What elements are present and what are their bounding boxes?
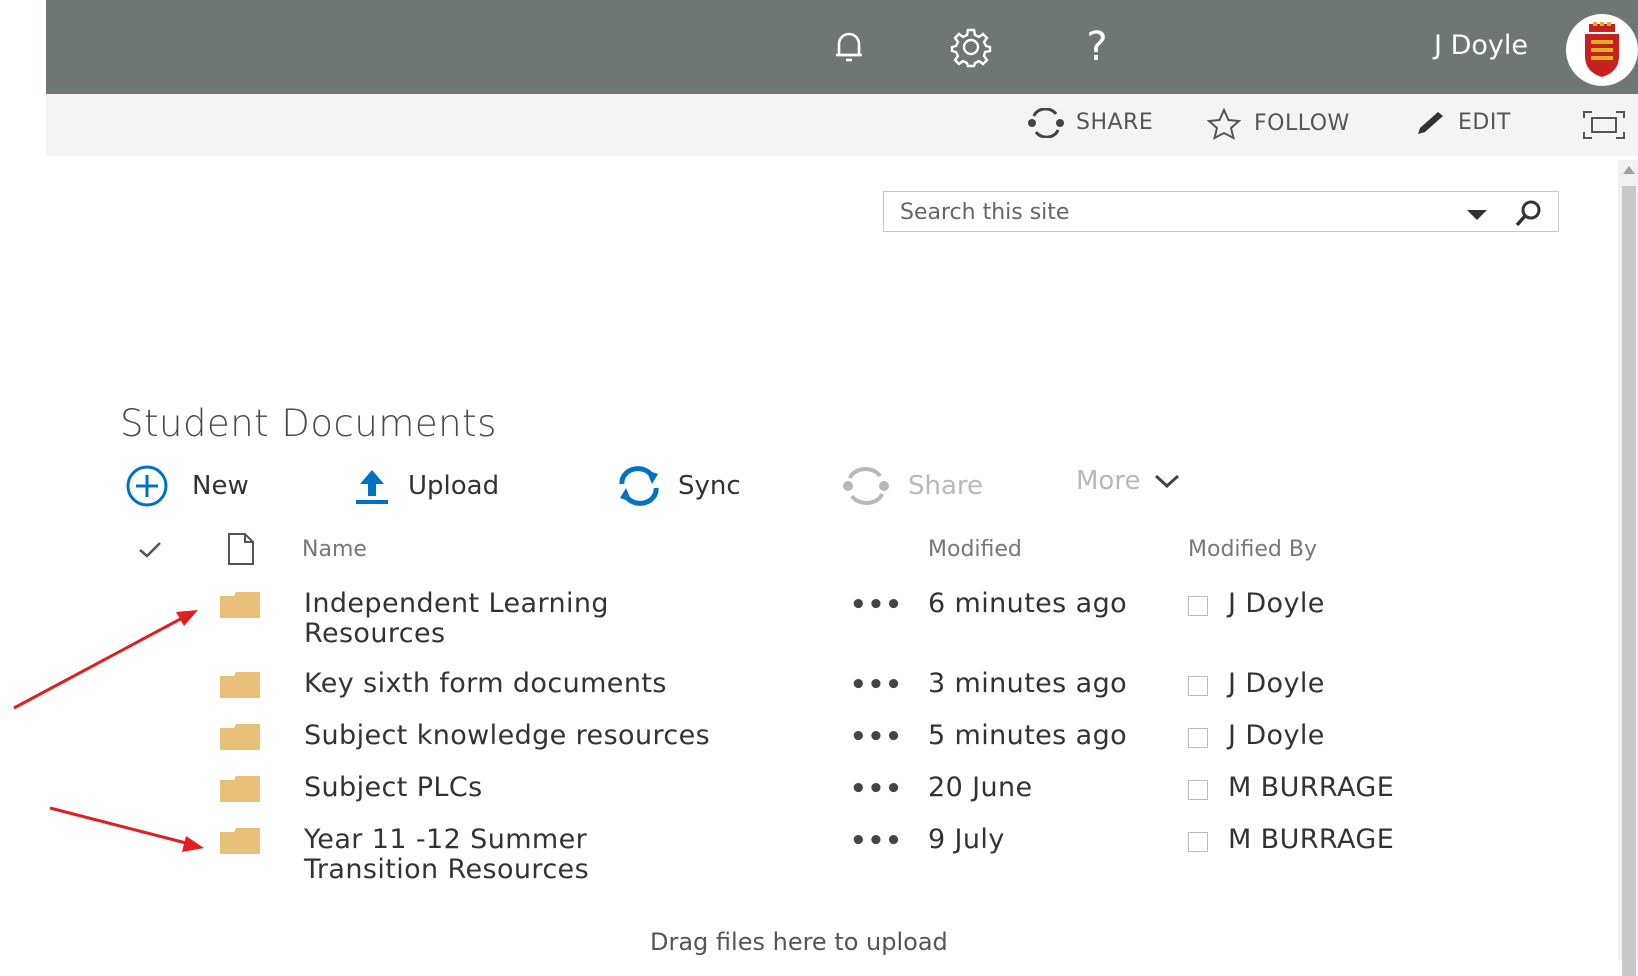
- column-header-name[interactable]: Name: [302, 537, 367, 562]
- edit-label: EDIT: [1458, 110, 1511, 135]
- item-name-link[interactable]: Transition Resources: [304, 854, 589, 885]
- item-name-link[interactable]: Key sixth form documents: [304, 668, 667, 699]
- ellipsis-menu-button[interactable]: •••: [850, 774, 903, 804]
- more-button[interactable]: More: [1076, 466, 1184, 496]
- share-icon: [843, 467, 889, 505]
- search-input[interactable]: [884, 192, 1462, 233]
- presence-indicator: [1188, 780, 1208, 800]
- more-label: More: [1076, 466, 1141, 496]
- modified-date: 5 minutes ago: [928, 720, 1128, 751]
- share-page-label: SHARE: [1076, 110, 1154, 135]
- ellipsis-menu-button[interactable]: •••: [850, 670, 903, 700]
- presence-indicator: [1188, 676, 1208, 696]
- modified-by-link[interactable]: J Doyle: [1228, 720, 1325, 751]
- item-name-link[interactable]: Resources: [304, 618, 446, 649]
- annotation-arrow-2: [49, 806, 204, 852]
- star-icon: [1206, 108, 1242, 140]
- search-icon[interactable]: [1514, 198, 1544, 232]
- user-name[interactable]: J Doyle: [1434, 30, 1528, 61]
- modified-by-link[interactable]: M BURRAGE: [1228, 824, 1394, 855]
- annotation-arrows: [13, 610, 204, 852]
- bell-icon[interactable]: [822, 20, 876, 74]
- ellipsis-menu-button[interactable]: •••: [850, 722, 903, 752]
- search-scope-dropdown-icon[interactable]: [1466, 206, 1488, 225]
- upload-label: Upload: [408, 471, 500, 501]
- sync-button[interactable]: Sync: [616, 466, 741, 506]
- vertical-scrollbar[interactable]: [1618, 160, 1638, 976]
- column-header-modified[interactable]: Modified: [928, 537, 1022, 562]
- modified-date: 6 minutes ago: [928, 588, 1128, 619]
- item-name-link[interactable]: Subject PLCs: [304, 772, 483, 803]
- site-search-box: [883, 191, 1559, 233]
- share-button[interactable]: Share: [840, 466, 983, 506]
- presence-indicator: [1188, 728, 1208, 748]
- modified-date: 9 July: [928, 824, 1005, 855]
- item-name-link[interactable]: Independent Learning: [304, 588, 609, 619]
- school-crest-icon: [1585, 22, 1619, 77]
- drag-drop-hint: Drag files here to upload: [650, 928, 948, 956]
- upload-arrow-icon: [356, 470, 388, 504]
- share-page-button[interactable]: SHARE: [1026, 108, 1153, 138]
- scroll-up-arrow-icon[interactable]: [1623, 166, 1635, 174]
- modified-by-link[interactable]: J Doyle: [1228, 668, 1325, 699]
- modified-by-link[interactable]: J Doyle: [1228, 588, 1325, 619]
- modified-date: 20 June: [928, 772, 1033, 803]
- ellipsis-menu-button[interactable]: •••: [850, 826, 903, 856]
- presence-indicator: [1188, 832, 1208, 852]
- item-name-link[interactable]: Subject knowledge resources: [304, 720, 710, 751]
- upload-button[interactable]: Upload: [352, 466, 499, 506]
- pencil-icon: [1418, 112, 1443, 134]
- help-icon[interactable]: ?: [1070, 20, 1124, 74]
- item-name-link[interactable]: Year 11 -12 Summer: [304, 824, 587, 855]
- share-icon: [1028, 108, 1064, 138]
- follow-label: FOLLOW: [1254, 111, 1350, 136]
- edit-button[interactable]: EDIT: [1412, 108, 1511, 138]
- focus-mode-button[interactable]: [1582, 110, 1636, 140]
- modified-by-link[interactable]: M BURRAGE: [1228, 772, 1394, 803]
- avatar[interactable]: [1566, 14, 1638, 86]
- focus-icon: [1583, 111, 1625, 139]
- share-label: Share: [908, 471, 984, 501]
- page-action-bar: SHARE FOLLOW EDIT: [46, 94, 1638, 156]
- suite-bar: ? J Doyle: [46, 0, 1638, 94]
- sync-label: Sync: [678, 471, 741, 501]
- sync-icon: [619, 466, 659, 506]
- gear-icon[interactable]: [944, 20, 998, 74]
- presence-indicator: [1188, 596, 1208, 616]
- scrollbar-thumb[interactable]: [1622, 186, 1636, 976]
- follow-button[interactable]: FOLLOW: [1204, 108, 1350, 140]
- column-header-modified-by[interactable]: Modified By: [1188, 537, 1317, 562]
- annotation-arrow-1: [13, 610, 198, 710]
- ellipsis-menu-button[interactable]: •••: [850, 590, 903, 620]
- chevron-down-icon: [1155, 474, 1180, 489]
- modified-date: 3 minutes ago: [928, 668, 1128, 699]
